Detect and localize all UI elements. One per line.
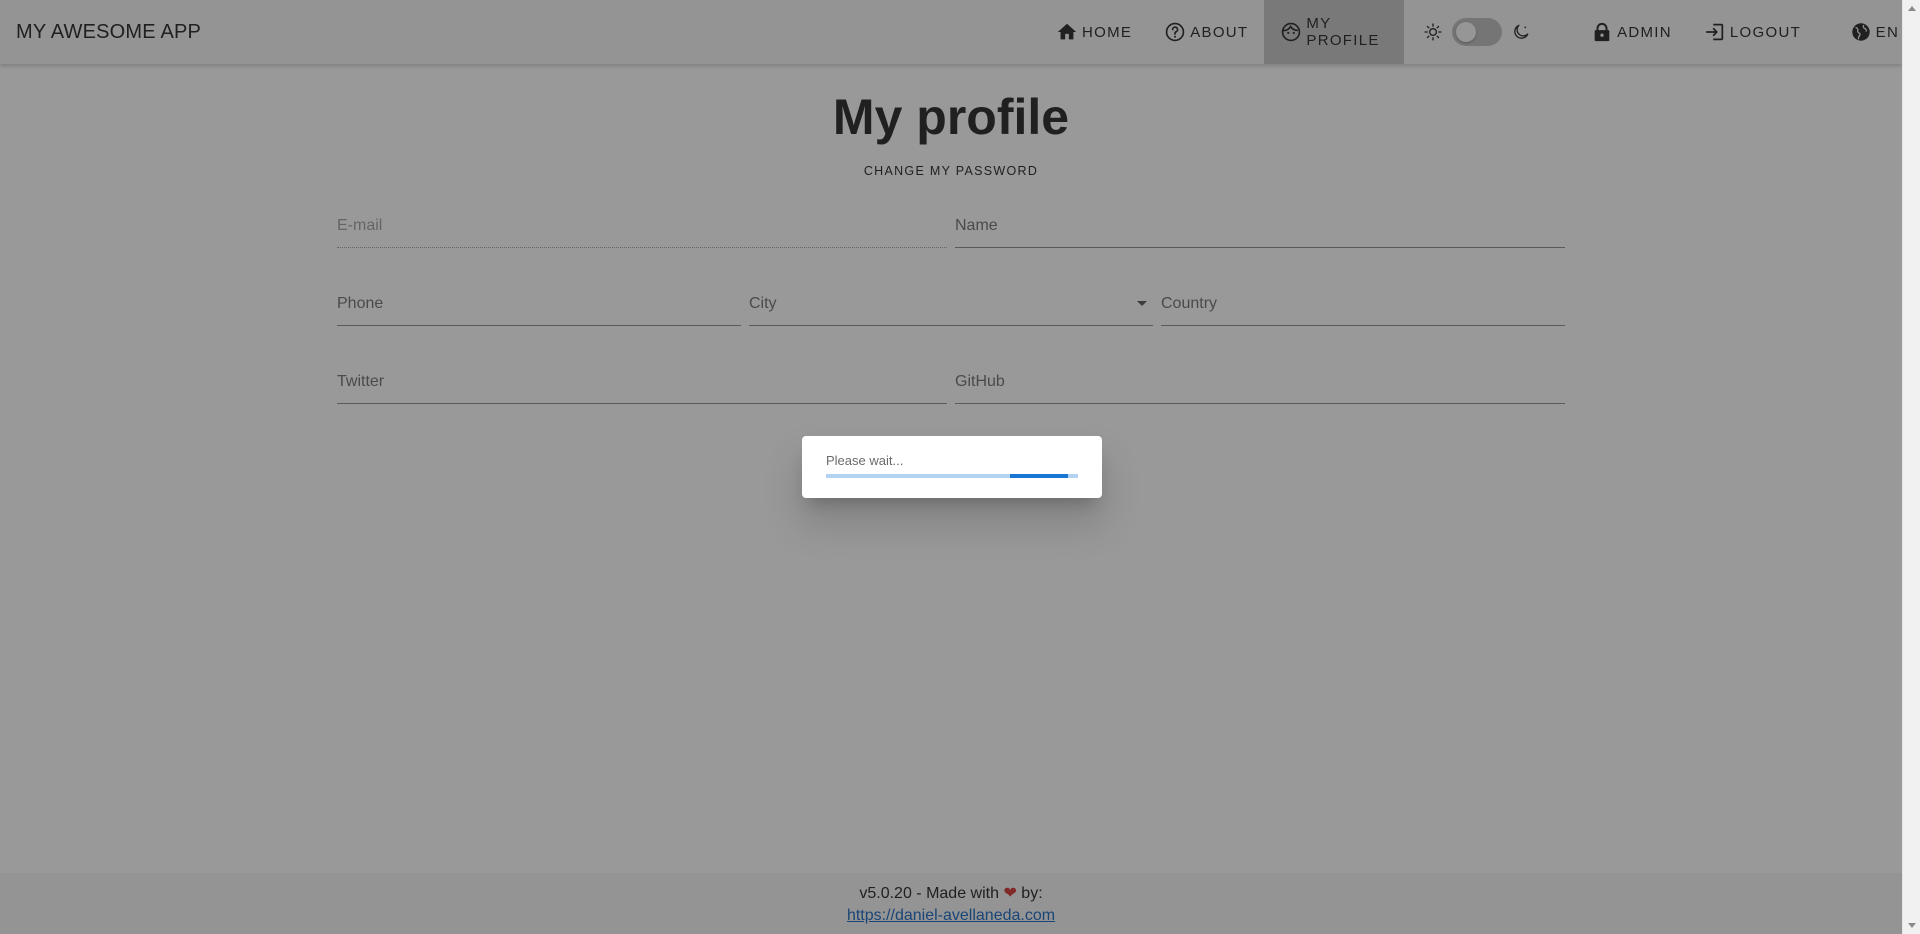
scroll-down-arrow-icon[interactable] (1908, 923, 1916, 928)
scroll-up-arrow-icon[interactable] (1908, 6, 1916, 11)
progress-indicator (1010, 474, 1068, 478)
loading-message: Please wait... (826, 453, 904, 468)
vertical-scrollbar[interactable] (1902, 0, 1920, 934)
loading-dialog: Please wait... (802, 436, 1102, 498)
loading-progress-bar (826, 474, 1078, 478)
